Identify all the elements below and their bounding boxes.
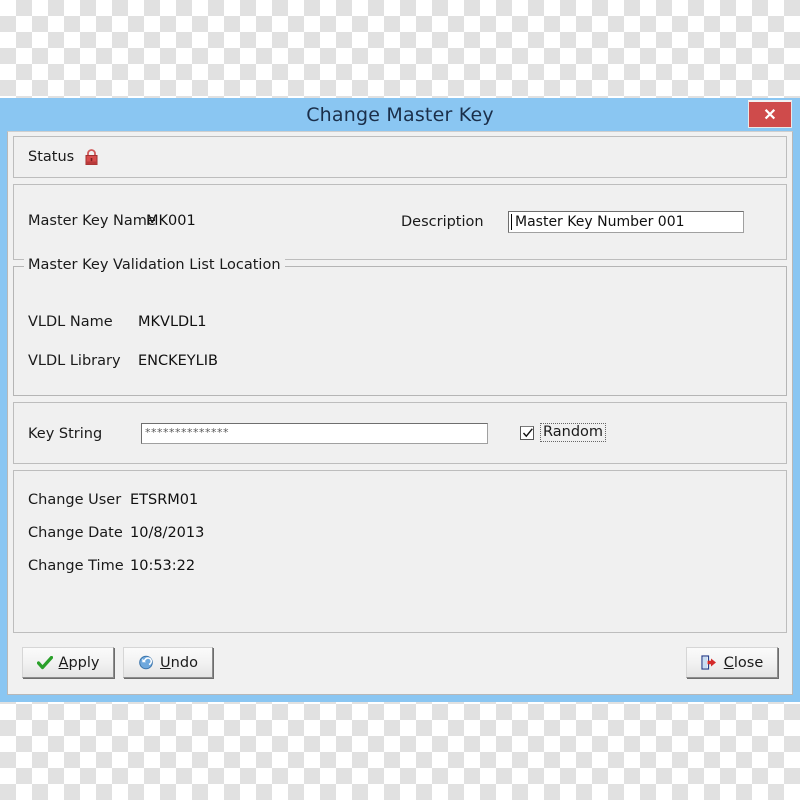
- vldl-name-value: MKVLDL1: [138, 314, 207, 330]
- apply-button[interactable]: Apply: [22, 647, 114, 678]
- vldl-library-row: VLDL Library ENCKEYLIB: [28, 353, 218, 369]
- change-master-key-dialog: Change Master Key ✕ Status Master Key Na…: [0, 98, 800, 702]
- undo-button[interactable]: Undo: [123, 647, 213, 678]
- close-icon: ✕: [763, 106, 777, 124]
- vldl-group-title: Master Key Validation List Location: [24, 257, 285, 273]
- master-key-name-label: Master Key Name: [28, 213, 156, 229]
- change-time-label: Change Time: [28, 558, 124, 574]
- key-string-row: Key String **************: [28, 423, 488, 444]
- title-bar: Change Master Key ✕: [0, 98, 800, 131]
- master-key-name-value: MK001: [146, 213, 196, 229]
- change-info-panel: Change User ETSRM01 Change Date 10/8/201…: [13, 470, 787, 633]
- green-check-icon: [36, 655, 53, 670]
- status-panel: Status: [13, 136, 787, 178]
- dialog-client-area: Status Master Key Name MK001 Description: [7, 131, 793, 695]
- key-string-value: **************: [145, 426, 229, 439]
- apply-accel: A: [58, 654, 69, 671]
- change-date-value: 10/8/2013: [130, 525, 205, 541]
- undo-arrow-icon: [138, 655, 154, 670]
- description-row: Description Master Key Number 001: [401, 211, 744, 233]
- description-value: Master Key Number 001: [515, 214, 685, 230]
- close-window-button[interactable]: ✕: [748, 100, 792, 128]
- change-user-label: Change User: [28, 492, 122, 508]
- vldl-name-row: VLDL Name MKVLDL1: [28, 314, 207, 330]
- change-date-label: Change Date: [28, 525, 123, 541]
- change-user-row: Change User ETSRM01: [28, 492, 198, 508]
- close-button[interactable]: Close: [686, 647, 778, 678]
- checkbox-box[interactable]: [520, 425, 534, 440]
- change-date-row: Change Date 10/8/2013: [28, 525, 204, 541]
- key-string-label: Key String: [28, 425, 103, 442]
- undo-accel: U: [160, 654, 171, 671]
- exit-door-icon: [701, 655, 718, 670]
- window-title: Change Master Key: [306, 103, 494, 126]
- close-rest: lose: [733, 654, 764, 671]
- status-label: Status: [28, 149, 75, 165]
- key-string-input[interactable]: **************: [141, 423, 488, 444]
- undo-rest: ndo: [170, 654, 198, 671]
- vldl-library-label: VLDL Library: [28, 353, 121, 369]
- random-checkbox[interactable]: Random: [520, 423, 607, 442]
- vldl-name-label: VLDL Name: [28, 314, 113, 330]
- vldl-location-groupbox: Master Key Validation List Location VLDL…: [13, 257, 787, 396]
- random-label[interactable]: Random: [540, 423, 607, 442]
- close-accel: C: [723, 654, 734, 671]
- undo-label: Undo: [160, 655, 198, 671]
- close-label: Close: [724, 655, 764, 671]
- apply-label: Apply: [59, 655, 100, 671]
- text-caret: [511, 214, 512, 230]
- master-key-panel: Master Key Name MK001 Description Master…: [13, 184, 787, 260]
- change-time-row: Change Time 10:53:22: [28, 558, 195, 574]
- button-bar: Apply Undo Close: [13, 639, 787, 689]
- change-time-value: 10:53:22: [130, 558, 196, 574]
- description-input[interactable]: Master Key Number 001: [508, 211, 744, 233]
- apply-rest: pply: [68, 654, 100, 671]
- description-label: Description: [401, 214, 484, 230]
- key-string-panel: Key String ************** Random: [13, 402, 787, 464]
- change-user-value: ETSRM01: [130, 492, 199, 508]
- master-key-name-row: Master Key Name MK001: [28, 213, 196, 229]
- padlock-icon: [84, 148, 99, 166]
- vldl-library-value: ENCKEYLIB: [138, 353, 218, 369]
- checkmark-icon: [522, 427, 533, 437]
